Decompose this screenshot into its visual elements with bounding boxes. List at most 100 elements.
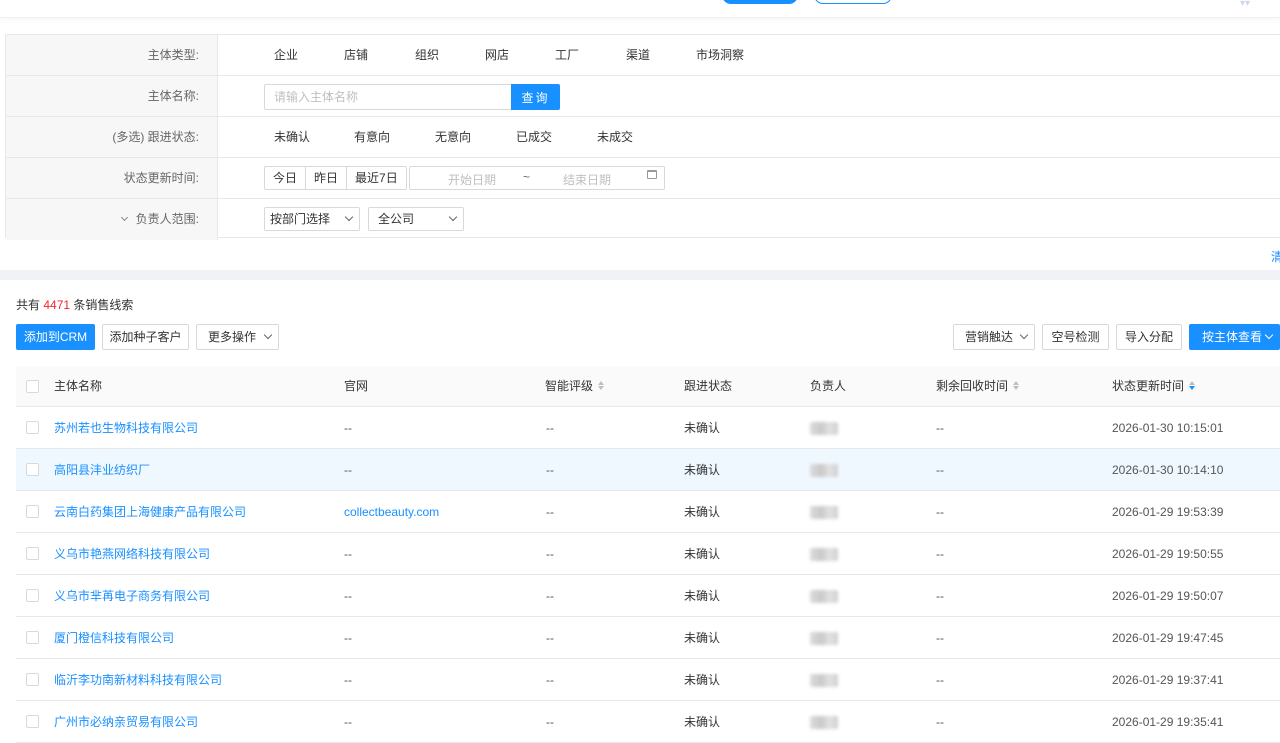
follow-status-option[interactable]: 有意向	[354, 117, 390, 157]
subject-type-option[interactable]: 工厂	[555, 35, 579, 75]
remaining-time-cell: --	[936, 589, 944, 603]
filter-row-owner-scope: 负责人范围: 按部门选择 全公司	[6, 199, 1280, 240]
row-checkbox[interactable]	[26, 547, 39, 560]
header-primary-button[interactable]	[722, 0, 798, 4]
follow-status-option[interactable]: 已成交	[516, 117, 552, 157]
follow-status-option[interactable]: 无意向	[435, 117, 471, 157]
table-row[interactable]: 苏州若也生物科技有限公司 -- -- 未确认 -- 2026-01-30 10:15:01	[16, 407, 1280, 449]
subject-type-option[interactable]: 店铺	[344, 35, 368, 75]
chevron-down-icon	[1264, 330, 1274, 340]
filter-row-subject-type: 主体类型: 企业 店铺 组织 网店 工厂 渠道 市场洞察	[6, 35, 1280, 76]
column-header-remaining[interactable]: 剩余回收时间	[936, 366, 1020, 406]
website-cell[interactable]: collectbeauty.com	[344, 491, 439, 533]
empty-number-check-button[interactable]: 空号检测	[1042, 324, 1109, 350]
table-row[interactable]: 义乌市芈苒电子商务有限公司 -- -- 未确认 -- 2026-01-29 19:50:0…	[16, 575, 1280, 617]
table-row[interactable]: 云南白药集团上海健康产品有限公司 collectbeauty.com -- 未确认 --…	[16, 491, 1280, 533]
table-row[interactable]: 义乌市艳燕网络科技有限公司 -- -- 未确认 -- 2026-01-29 19:50:5…	[16, 533, 1280, 575]
column-header-updated[interactable]: 状态更新时间	[1112, 366, 1196, 406]
search-button[interactable]: 查询	[511, 84, 560, 110]
remaining-time-cell: --	[936, 547, 944, 561]
subject-type-option[interactable]: 组织	[415, 35, 439, 75]
start-date-field[interactable]: 开始日期	[448, 171, 496, 188]
quick-date-today[interactable]: 今日	[265, 167, 307, 189]
chevron-down-icon	[120, 213, 128, 222]
status-cell: 未确认	[684, 631, 721, 645]
add-seed-customer-button[interactable]: 添加种子客户	[102, 324, 189, 350]
subject-name-link[interactable]: 苏州若也生物科技有限公司	[54, 407, 198, 449]
column-header-rating[interactable]: 智能评级	[545, 366, 605, 406]
subject-type-label: 主体类型:	[6, 35, 218, 75]
sort-icon[interactable]	[1189, 381, 1196, 391]
follow-status-option[interactable]: 未确认	[274, 117, 310, 157]
subject-name-link[interactable]: 义乌市芈苒电子商务有限公司	[54, 575, 210, 617]
sort-icon[interactable]	[1013, 381, 1020, 391]
quick-date-yesterday[interactable]: 昨日	[306, 167, 348, 189]
calendar-icon[interactable]	[647, 170, 657, 179]
table-row[interactable]: 厦门橙信科技有限公司 -- -- 未确认 -- 2026-01-29 19:47:45	[16, 617, 1280, 659]
update-time-label: 状态更新时间:	[6, 158, 218, 198]
department-select[interactable]: 按部门选择	[264, 207, 360, 231]
subject-name-link[interactable]: 高阳县沣业纺织厂	[54, 449, 150, 491]
owner-avatar-redacted	[810, 674, 838, 687]
clear-link[interactable]: 清	[1271, 248, 1280, 265]
table-row[interactable]: 高阳县沣业纺织厂 -- -- 未确认 -- 2026-01-30 10:14:10	[16, 449, 1280, 491]
row-checkbox[interactable]	[26, 589, 39, 602]
updated-time-cell: 2026-01-29 19:50:07	[1112, 589, 1224, 603]
quick-date-last7[interactable]: 最近7日	[347, 167, 406, 189]
subject-name-label: 主体名称:	[6, 76, 218, 116]
more-actions-dropdown[interactable]: 更多操作	[196, 324, 279, 350]
quick-date-group: 今日 昨日 最近7日	[264, 166, 407, 190]
filter-panel: 主体类型: 企业 店铺 组织 网店 工厂 渠道 市场洞察 主体名称: 查询 (多…	[5, 34, 1280, 240]
subject-type-option[interactable]: 网店	[485, 35, 509, 75]
owner-avatar-redacted	[810, 422, 838, 435]
owner-scope-label[interactable]: 负责人范围:	[6, 199, 218, 240]
rating-cell: --	[546, 589, 554, 603]
date-range-picker[interactable]: 开始日期 ~ 结束日期	[409, 166, 665, 190]
import-assign-button[interactable]: 导入分配	[1116, 324, 1182, 350]
updated-time-cell: 2026-01-29 19:53:39	[1112, 505, 1224, 519]
select-all-checkbox[interactable]	[26, 380, 39, 393]
row-checkbox[interactable]	[26, 463, 39, 476]
subject-name-link[interactable]: 临沂李功南新材料科技有限公司	[54, 659, 222, 701]
view-by-subject-dropdown[interactable]: 按主体查看	[1189, 324, 1280, 350]
subject-name-link[interactable]: 云南白药集团上海健康产品有限公司	[54, 491, 246, 533]
owner-avatar-redacted	[810, 464, 838, 477]
table-row[interactable]: 临沂李功南新材料科技有限公司 -- -- 未确认 -- 2026-01-29 19:37:…	[16, 659, 1280, 701]
row-checkbox[interactable]	[26, 673, 39, 686]
sort-icon[interactable]	[598, 381, 605, 391]
website-cell: --	[344, 463, 352, 477]
website-cell: --	[344, 589, 352, 603]
remaining-time-cell: --	[936, 463, 944, 477]
updated-time-cell: 2026-01-30 10:15:01	[1112, 421, 1224, 435]
marketing-reach-dropdown[interactable]: 营销触达	[953, 324, 1035, 350]
table-row[interactable]: 广州市必纳亲贸易有限公司 -- -- 未确认 -- 2026-01-29 19:35:41	[16, 701, 1280, 743]
column-header-website: 官网	[344, 379, 369, 393]
company-select[interactable]: 全公司	[368, 207, 464, 231]
filter-row-update-time: 状态更新时间: 今日 昨日 最近7日 开始日期 ~ 结束日期	[6, 158, 1280, 199]
updated-time-cell: 2026-01-30 10:14:10	[1112, 463, 1224, 477]
chevron-down-icon	[263, 330, 273, 340]
add-to-crm-button[interactable]: 添加到CRM	[16, 324, 95, 350]
subject-type-option[interactable]: 市场洞察	[696, 35, 744, 75]
row-checkbox[interactable]	[26, 421, 39, 434]
top-header: ▾▾	[0, 0, 1280, 18]
header-user-icon[interactable]: ▾▾	[1240, 0, 1264, 9]
subject-name-link[interactable]: 义乌市艳燕网络科技有限公司	[54, 533, 210, 575]
rating-cell: --	[546, 463, 554, 477]
status-cell: 未确认	[684, 463, 721, 477]
row-checkbox[interactable]	[26, 715, 39, 728]
subject-type-option[interactable]: 渠道	[626, 35, 650, 75]
filter-row-follow-status: (多选) 跟进状态: 未确认 有意向 无意向 已成交 未成交	[6, 117, 1280, 158]
header-secondary-button[interactable]	[814, 0, 892, 4]
end-date-field[interactable]: 结束日期	[563, 171, 611, 188]
subject-name-link[interactable]: 厦门橙信科技有限公司	[54, 617, 174, 659]
subject-name-input[interactable]	[264, 84, 512, 110]
follow-status-option[interactable]: 未成交	[597, 117, 633, 157]
column-header-name: 主体名称	[54, 379, 103, 393]
updated-time-cell: 2026-01-29 19:47:45	[1112, 631, 1224, 645]
row-checkbox[interactable]	[26, 505, 39, 518]
row-checkbox[interactable]	[26, 631, 39, 644]
subject-name-link[interactable]: 广州市必纳亲贸易有限公司	[54, 701, 198, 743]
subject-type-option[interactable]: 企业	[274, 35, 298, 75]
status-cell: 未确认	[684, 421, 721, 435]
